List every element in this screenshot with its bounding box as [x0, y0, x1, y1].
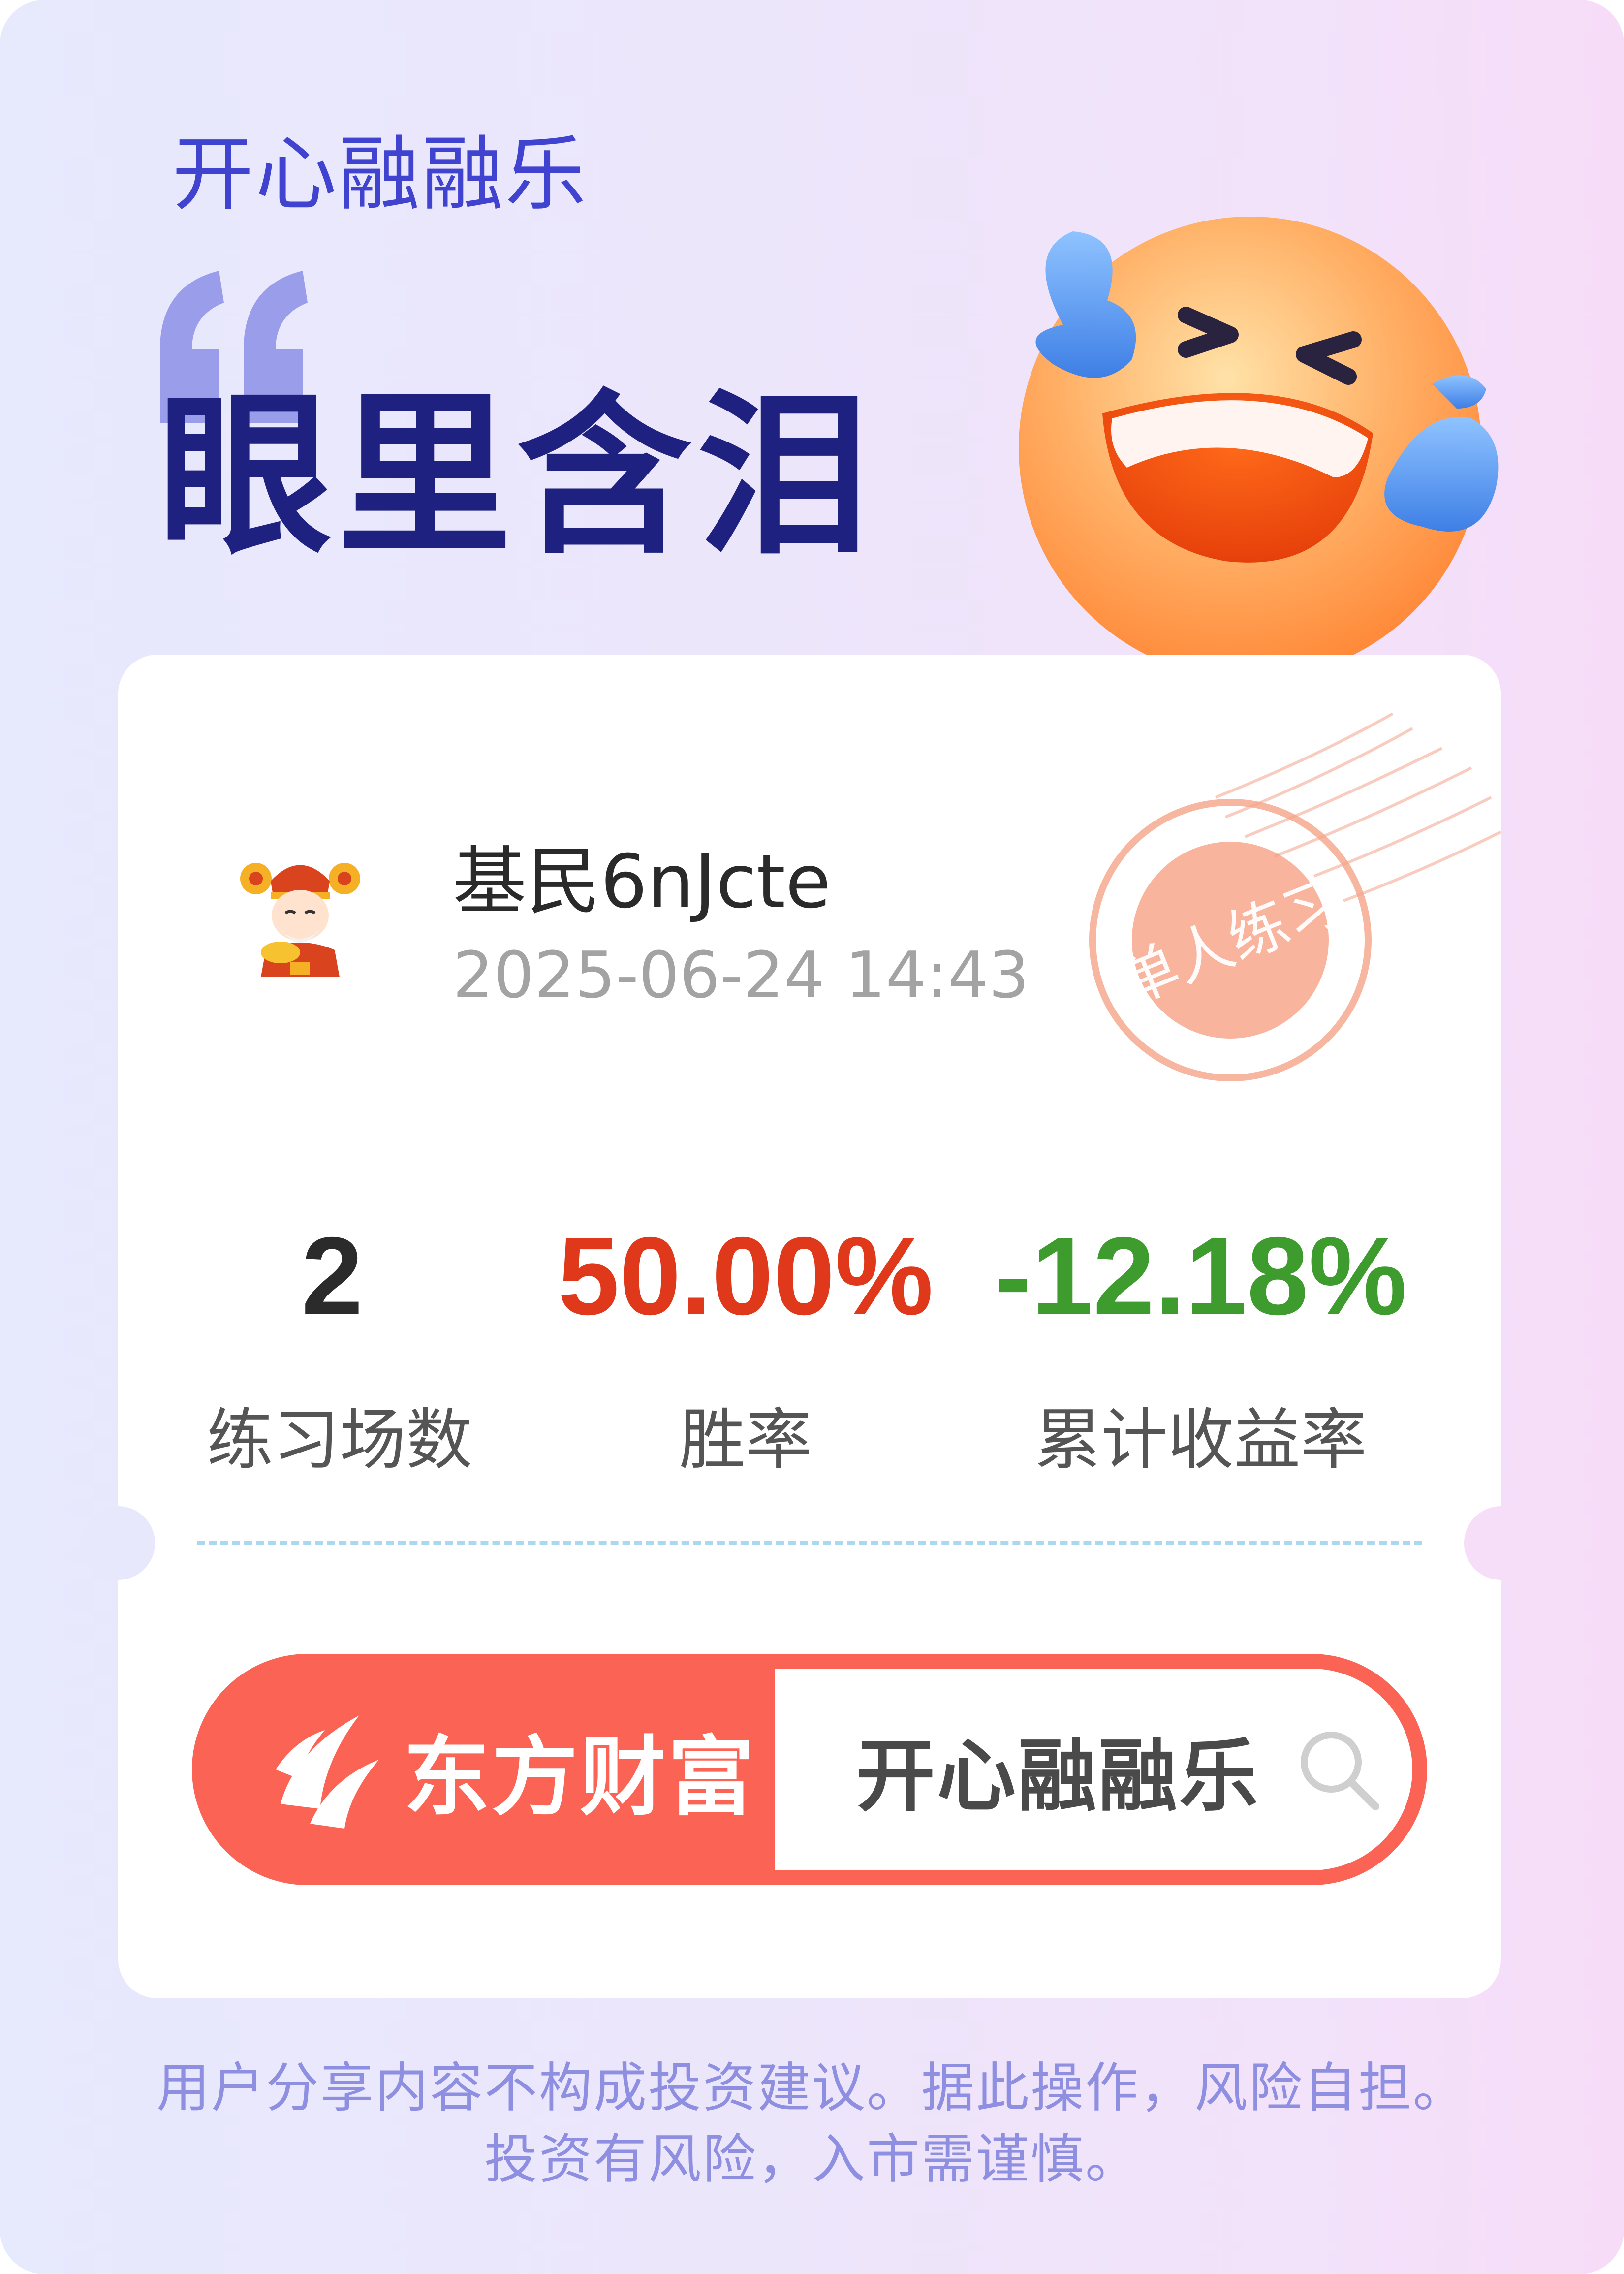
stat-practice-count: 2 练习场数 — [207, 1214, 472, 1482]
stat-win-rate: 50.00% 胜率 — [527, 1221, 965, 1482]
stat-label: 累计收益率 — [1034, 1401, 1367, 1479]
risk-disclaimer: 用户分享内容不构成投资建议。据此操作，风险自担。 投资有风险，入市需谨慎。 — [0, 2053, 1624, 2195]
stat-value: -12.18% — [994, 1214, 1407, 1338]
disclaimer-line-2: 投资有风险，入市需谨慎。 — [484, 2129, 1140, 2190]
share-poster: 开心融融乐 眼里含泪 基民6nJcte 2025-06-24 14:43 单人练… — [0, 0, 1624, 2274]
search-input[interactable]: 开心融融乐 — [775, 1669, 1412, 1870]
fortune-god-avatar-icon — [240, 863, 360, 977]
stat-label: 练习场数 — [207, 1401, 472, 1479]
laughing-crying-emoji-icon — [1019, 217, 1499, 679]
ticket-notch-left — [81, 1506, 155, 1580]
search-bar-brand-section: 东方财富 — [192, 1654, 775, 1885]
timestamp: 2025-06-24 14:43 — [453, 938, 1030, 1012]
dashed-divider — [197, 1541, 1422, 1545]
brand-title: 开心融融乐 — [172, 127, 588, 221]
username: 基民6nJcte — [453, 839, 831, 925]
stat-value: 2 — [301, 1214, 363, 1338]
app-search-bar[interactable]: 东方财富 开心融融乐 — [192, 1654, 1427, 1885]
headline: 眼里含泪 — [157, 374, 876, 578]
eastmoney-logo-icon — [276, 1715, 379, 1829]
stat-cumulative-return: -12.18% 累计收益率 — [955, 1221, 1447, 1482]
practice-stamp: 单人练习 — [1089, 712, 1501, 1081]
search-icon[interactable] — [1294, 1725, 1383, 1814]
disclaimer-line-1: 用户分享内容不构成投资建议。据此操作，风险自担。 — [156, 2057, 1468, 2119]
stat-value: 50.00% — [558, 1214, 934, 1338]
stat-label: 胜率 — [679, 1401, 812, 1479]
ticket-notch-right — [1464, 1506, 1538, 1580]
search-query: 开心融融乐 — [856, 1730, 1260, 1822]
result-card: 基民6nJcte 2025-06-24 14:43 单人练习 2 练习场数 50… — [81, 655, 1538, 1998]
search-bar-brand: 东方财富 — [404, 1727, 756, 1828]
